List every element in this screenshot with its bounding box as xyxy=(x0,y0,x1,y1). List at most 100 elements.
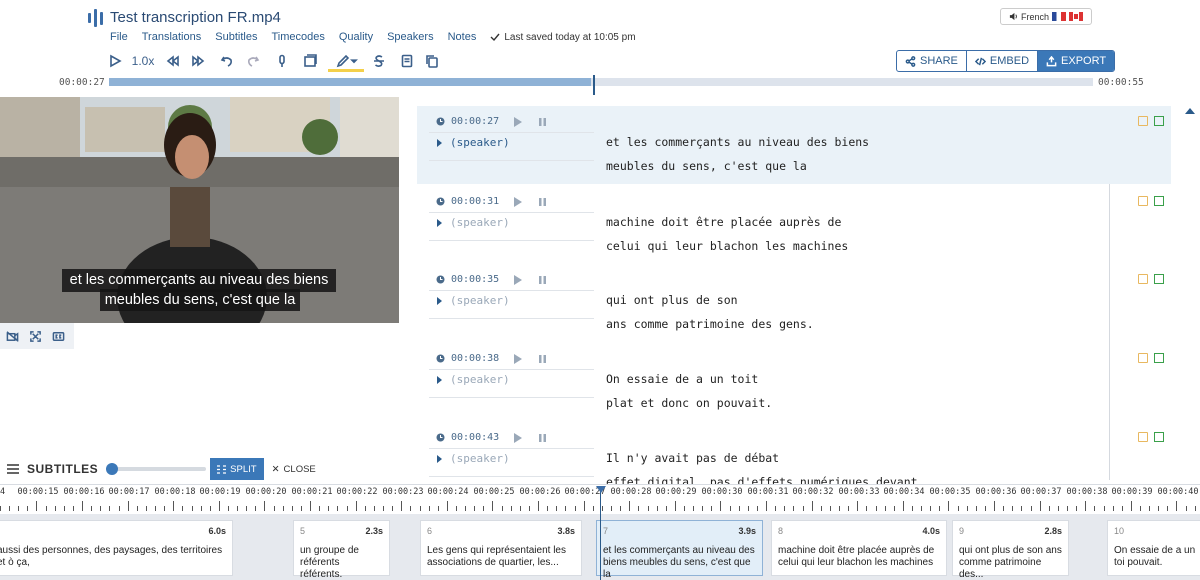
note-icon[interactable] xyxy=(1138,432,1148,442)
zoom-slider[interactable] xyxy=(106,463,207,475)
menu-file[interactable]: File xyxy=(110,31,128,43)
speaker-selector[interactable]: (speaker) xyxy=(437,452,510,465)
note-icon[interactable] xyxy=(1138,116,1148,126)
caption-line-2-box: meubles du sens, c'est que la xyxy=(100,289,300,311)
export-button[interactable]: EXPORT xyxy=(1038,51,1115,71)
segment-separator xyxy=(429,476,594,477)
note-icon[interactable] xyxy=(1138,274,1148,284)
play-icon[interactable] xyxy=(513,116,523,127)
segment-text[interactable]: machine doit être placée auprès de celui… xyxy=(606,210,1101,260)
speaker-label: (speaker) xyxy=(450,136,510,149)
card-number: 8 xyxy=(778,526,784,536)
scroll-up-button[interactable] xyxy=(1185,102,1195,120)
checkbox[interactable] xyxy=(1154,274,1164,284)
menu-subtitles[interactable]: Subtitles xyxy=(215,31,257,43)
video-player[interactable]: et les commerçants au niveau des biens m… xyxy=(0,97,399,323)
tick-mark xyxy=(848,506,849,511)
code-icon xyxy=(974,57,986,65)
tick-mark xyxy=(666,506,667,511)
redo-button[interactable] xyxy=(245,52,261,70)
embed-button[interactable]: EMBED xyxy=(967,51,1039,71)
menu-speakers[interactable]: Speakers xyxy=(387,31,433,43)
pause-icon[interactable] xyxy=(538,433,547,443)
highlight-button[interactable] xyxy=(334,52,360,70)
menu-timecodes[interactable]: Timecodes xyxy=(271,31,324,43)
checkbox[interactable] xyxy=(1154,432,1164,442)
split-button[interactable]: SPLIT xyxy=(210,458,264,480)
note-icon[interactable] xyxy=(1138,353,1148,363)
playhead-marker[interactable] xyxy=(596,486,606,493)
speaker-selector[interactable]: (speaker) xyxy=(437,373,510,386)
pause-icon[interactable] xyxy=(538,354,547,364)
speaker-selector[interactable]: (speaker) xyxy=(437,294,510,307)
subtitle-card[interactable]: 7 3.9s et les commerçants au niveau des … xyxy=(596,520,763,580)
play-icon[interactable] xyxy=(513,196,523,207)
checkbox[interactable] xyxy=(1154,116,1164,126)
share-button[interactable]: SHARE xyxy=(897,51,967,71)
subtitle-card[interactable]: 5 2.3s un groupe de référents référents. xyxy=(293,520,390,580)
tick-label: 00:00:17 xyxy=(108,487,150,497)
segment-text[interactable]: qui ont plus de son ans comme patrimoine… xyxy=(606,288,1101,338)
segment-text[interactable]: et les commerçants au niveau des biens m… xyxy=(606,130,1101,180)
tick-label: 00:00:16 xyxy=(63,487,105,497)
subtitle-card[interactable]: 6.0s aussi des personnes, des paysages, … xyxy=(0,520,233,576)
save-status: Last saved today at 10:05 pm xyxy=(490,32,649,43)
play-icon[interactable] xyxy=(513,432,523,443)
forward-button[interactable] xyxy=(190,52,206,70)
segment-timecode[interactable]: 00:00:43 xyxy=(436,432,547,443)
close-button[interactable]: ✕ CLOSE xyxy=(272,464,316,475)
tick-mark xyxy=(410,506,411,511)
undo-button[interactable] xyxy=(219,52,235,70)
segment-timecode[interactable]: 00:00:38 xyxy=(436,353,547,364)
checkbox[interactable] xyxy=(1154,196,1164,206)
play-icon[interactable] xyxy=(513,353,523,364)
hamburger-menu-icon[interactable] xyxy=(7,464,19,474)
tick-label: 00:00:28 xyxy=(610,487,652,497)
strikethrough-button[interactable] xyxy=(371,52,387,70)
play-icon[interactable] xyxy=(513,274,523,285)
pause-icon[interactable] xyxy=(538,117,547,127)
timeline-playhead[interactable] xyxy=(600,486,601,580)
language-selector[interactable]: French xyxy=(1000,8,1092,25)
subtitle-card[interactable]: 10 On essaie de a un toi pouvait. xyxy=(1107,520,1200,576)
tick-mark xyxy=(1176,501,1177,511)
checkbox[interactable] xyxy=(1154,353,1164,363)
subtitle-card[interactable]: 8 4.0s machine doit être placée auprès d… xyxy=(771,520,947,576)
tick-mark xyxy=(100,506,101,511)
app-logo xyxy=(88,8,106,28)
layout-button[interactable] xyxy=(302,52,318,70)
menu-translations[interactable]: Translations xyxy=(142,31,202,43)
tick-label: 00:00:32 xyxy=(792,487,834,497)
note-icon[interactable] xyxy=(1138,196,1148,206)
zoom-slider-handle[interactable] xyxy=(106,463,119,475)
subtitle-card[interactable]: 6 3.8s Les gens qui représentaient les a… xyxy=(420,520,582,576)
menu-quality[interactable]: Quality xyxy=(339,31,373,43)
speaker-selector[interactable]: (speaker) xyxy=(437,136,510,149)
tick-mark xyxy=(474,506,475,511)
pause-icon[interactable] xyxy=(538,275,547,285)
progress-cursor[interactable] xyxy=(593,75,595,95)
rewind-button[interactable] xyxy=(165,52,181,70)
closed-caption-icon[interactable] xyxy=(52,330,65,343)
tick-mark xyxy=(201,506,202,511)
segment-timecode[interactable]: 00:00:35 xyxy=(436,274,547,285)
tick-mark xyxy=(511,506,512,511)
pause-icon[interactable] xyxy=(538,197,547,207)
camera-off-icon[interactable] xyxy=(6,330,19,343)
copy-button[interactable] xyxy=(424,52,440,70)
speaker-selector[interactable]: (speaker) xyxy=(437,216,510,229)
tick-label: 00:00:30 xyxy=(701,487,743,497)
tick-mark xyxy=(164,506,165,511)
notes-button[interactable] xyxy=(399,52,415,70)
fullscreen-icon[interactable] xyxy=(29,330,42,343)
segment-timecode[interactable]: 00:00:31 xyxy=(436,196,547,207)
subtitle-card[interactable]: 9 2.8s qui ont plus de son ans comme pat… xyxy=(952,520,1069,580)
speed-button[interactable]: 1.0x xyxy=(130,52,156,70)
tick-mark xyxy=(684,506,685,511)
menu-notes[interactable]: Notes xyxy=(448,31,477,43)
segment-timecode[interactable]: 00:00:27 xyxy=(436,116,547,127)
segment-text[interactable]: On essaie de a un toit plat et donc on p… xyxy=(606,367,1101,417)
play-button[interactable] xyxy=(107,52,123,70)
tick-mark xyxy=(565,506,566,511)
microphone-button[interactable] xyxy=(274,52,290,70)
